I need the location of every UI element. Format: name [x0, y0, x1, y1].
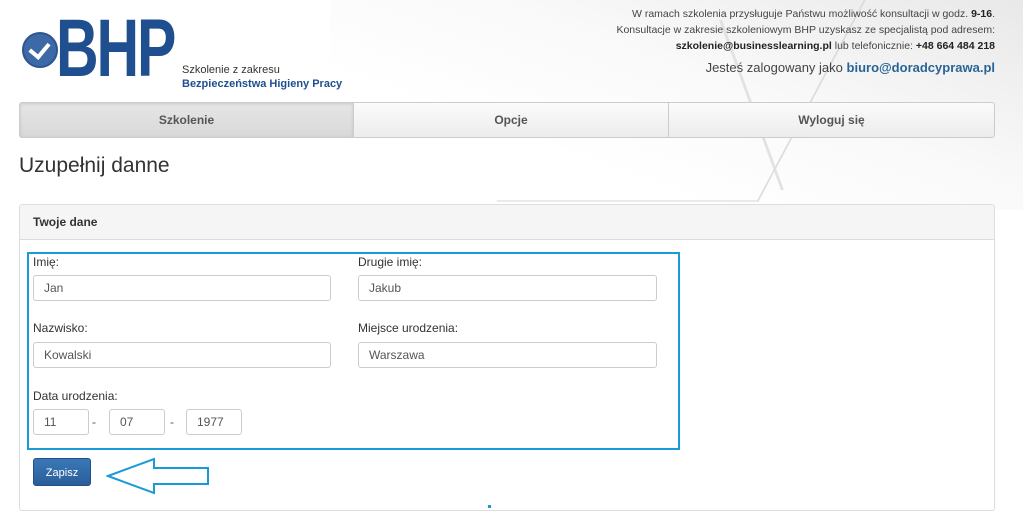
contact-hours-text: W ramach szkolenia przysługuje Państwu m…	[632, 8, 969, 20]
logo-subtitle: Szkolenie z zakresu	[182, 64, 280, 76]
date-separator: -	[170, 415, 174, 429]
contact-line-3: szkolenie@businesslearning.pl lub telefo…	[616, 38, 995, 54]
checkmark-icon	[22, 32, 58, 68]
logged-in-info: Jesteś zalogowany jako biuro@doradcypraw…	[706, 60, 995, 75]
last-name-input[interactable]	[33, 342, 331, 368]
birth-date-label: Data urodzenia:	[33, 389, 118, 403]
save-button[interactable]: Zapisz	[33, 458, 91, 486]
user-data-panel: Twoje dane Imię: Drugie imię: Nazwisko: …	[19, 204, 995, 511]
page-header: BHP Szkolenie z zakresu Bezpieczeństwa H…	[0, 0, 1023, 100]
logged-in-prefix: Jesteś zalogowany jako	[705, 60, 843, 75]
contact-hours: 9-16	[971, 8, 993, 20]
date-separator: -	[92, 415, 96, 429]
contact-phone-prefix: lub telefonicznie:	[834, 40, 913, 52]
birth-place-label: Miejsce urodzenia:	[358, 321, 459, 335]
last-name-label: Nazwisko:	[33, 321, 88, 335]
contact-line-2: Konsultacje w zakresie szkoleniowym BHP …	[616, 24, 995, 36]
nav-item-opcje[interactable]: Opcje	[354, 103, 669, 137]
contact-line-1: W ramach szkolenia przysługuje Państwu m…	[632, 8, 995, 20]
page-title: Uzupełnij danne	[19, 154, 170, 177]
main-navigation: Szkolenie Opcje Wyloguj się	[19, 102, 995, 138]
contact-phone: +48 664 484 218	[915, 40, 995, 52]
logo-text: BHP	[56, 3, 176, 94]
birth-month-input[interactable]	[109, 409, 165, 435]
left-arrow-icon	[106, 457, 209, 495]
first-name-input[interactable]	[33, 275, 331, 301]
birth-place-input[interactable]	[358, 342, 657, 368]
nav-item-logout[interactable]: Wyloguj się	[669, 103, 994, 137]
bhp-logo[interactable]: BHP Szkolenie z zakresu Bezpieczeństwa H…	[20, 8, 350, 92]
first-name-label: Imię:	[33, 255, 60, 269]
birth-year-input[interactable]	[186, 409, 242, 435]
second-name-label: Drugie imię:	[358, 255, 423, 269]
logo-subtitle-bold: Bezpieczeństwa Higieny Pracy	[182, 78, 343, 90]
contact-email[interactable]: szkolenie@businesslearning.pl	[676, 40, 832, 52]
second-name-input[interactable]	[358, 275, 657, 301]
contact-info: W ramach szkolenia przysługuje Państwu m…	[616, 6, 995, 54]
logged-in-email[interactable]: biuro@doradcyprawa.pl	[847, 60, 995, 75]
birth-day-input[interactable]	[33, 409, 89, 435]
nav-item-szkolenie[interactable]: Szkolenie	[20, 103, 354, 137]
panel-heading: Twoje dane	[20, 205, 994, 240]
loading-dot	[488, 505, 491, 508]
